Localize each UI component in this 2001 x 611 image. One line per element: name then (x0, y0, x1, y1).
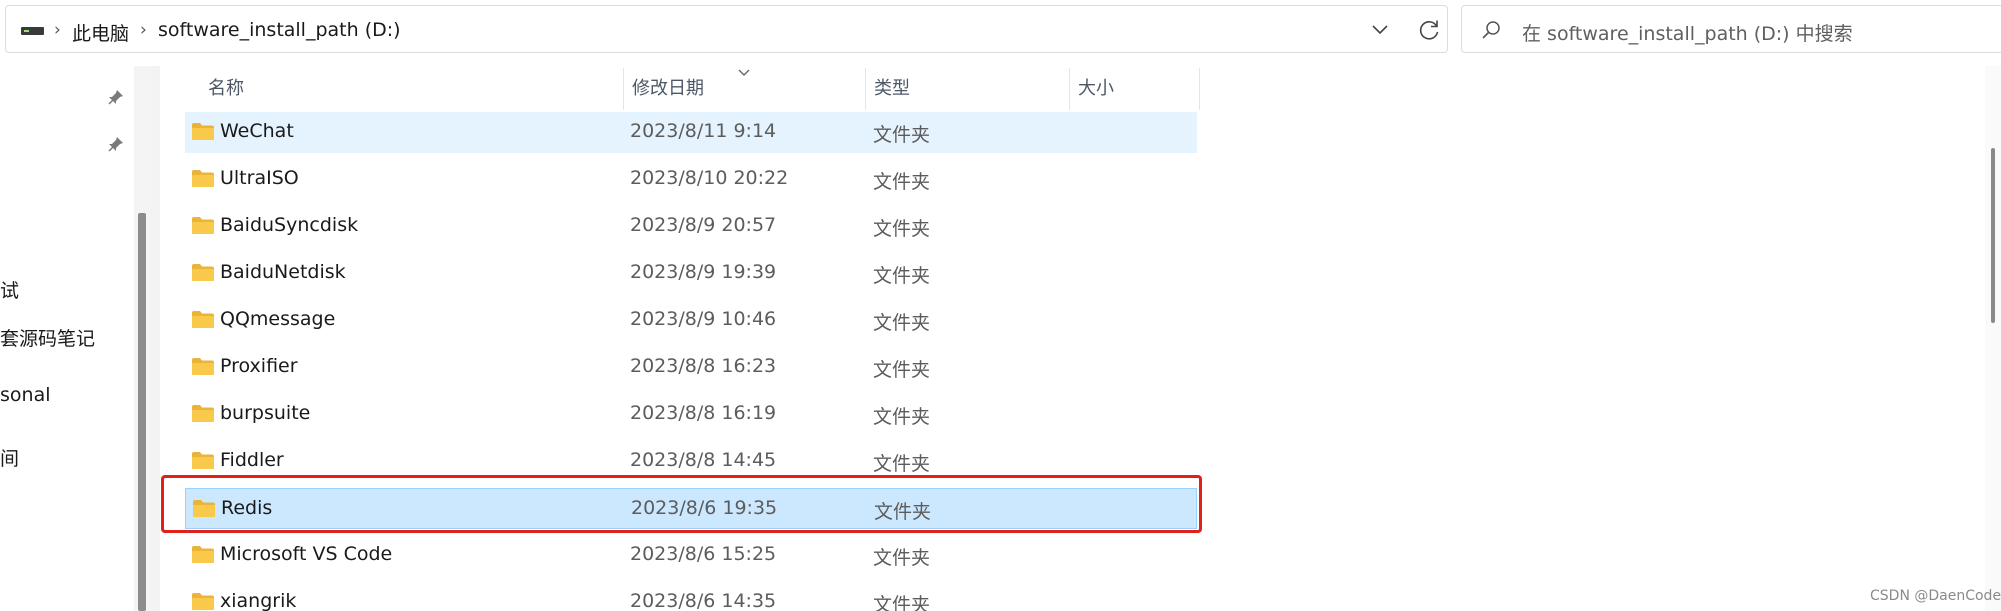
nav-scrollbar-thumb[interactable] (138, 213, 146, 611)
breadcrumb-separator: › (54, 20, 61, 40)
file-row[interactable]: UltraISO 2023/8/10 20:22 文件夹 (185, 159, 1197, 200)
folder-icon (192, 170, 214, 187)
pin-icon[interactable] (107, 135, 125, 153)
address-bar[interactable]: › 此电脑 › software_install_path (D:) (5, 5, 1448, 53)
folder-icon (192, 593, 214, 610)
file-date: 2023/8/11 9:14 (630, 120, 777, 142)
folder-icon (192, 217, 214, 234)
file-type: 文件夹 (873, 218, 931, 240)
file-name: burpsuite (220, 402, 311, 424)
file-name: WeChat (220, 120, 294, 142)
column-header-row: 名称 修改日期 类型 大小 (160, 68, 1200, 110)
file-name: Fiddler (220, 449, 284, 471)
folder-icon (192, 264, 214, 281)
file-date: 2023/8/9 20:57 (630, 214, 777, 236)
file-name: Microsoft VS Code (220, 543, 393, 565)
refresh-icon[interactable] (1416, 17, 1442, 43)
pane-divider[interactable] (150, 66, 160, 611)
nav-item-4[interactable]: 间 (0, 444, 19, 471)
file-row[interactable]: Proxifier 2023/8/8 16:23 文件夹 (185, 347, 1197, 388)
file-row[interactable]: BaiduNetdisk 2023/8/9 19:39 文件夹 (185, 253, 1197, 294)
folder-icon (192, 358, 214, 375)
pin-icon[interactable] (107, 88, 125, 106)
navigation-pane: 试 套源码笔记 sonal 间 (0, 66, 134, 611)
file-type: 文件夹 (873, 453, 931, 475)
folder-icon (192, 452, 214, 469)
file-name: BaiduSyncdisk (220, 214, 359, 236)
column-header-date[interactable]: 修改日期 (623, 68, 865, 110)
file-row[interactable]: BaiduSyncdisk 2023/8/9 20:57 文件夹 (185, 206, 1197, 247)
file-row[interactable]: burpsuite 2023/8/8 16:19 文件夹 (185, 394, 1197, 435)
file-type: 文件夹 (873, 359, 931, 381)
file-row[interactable]: WeChat 2023/8/11 9:14 文件夹 (185, 112, 1197, 153)
file-type: 文件夹 (873, 171, 931, 193)
watermark: CSDN @DaenCode (1870, 588, 2001, 604)
annotation-highlight-box (161, 475, 1202, 533)
column-header-name[interactable]: 名称 (199, 68, 629, 110)
nav-item-2[interactable]: 套源码笔记 (0, 324, 95, 351)
file-date: 2023/8/9 19:39 (630, 261, 777, 283)
file-row[interactable]: Microsoft VS Code 2023/8/6 15:25 文件夹 (185, 535, 1197, 576)
file-date: 2023/8/6 15:25 (630, 543, 777, 565)
file-date: 2023/8/8 16:19 (630, 402, 777, 424)
column-header-size[interactable]: 大小 (1069, 68, 1199, 110)
file-name: xiangrik (220, 590, 297, 611)
file-type: 文件夹 (873, 265, 931, 287)
file-date: 2023/8/10 20:22 (630, 167, 789, 189)
file-type: 文件夹 (873, 594, 931, 611)
nav-item-1[interactable]: 试 (0, 276, 19, 303)
folder-icon (192, 311, 214, 328)
file-row[interactable]: QQmessage 2023/8/9 10:46 文件夹 (185, 300, 1197, 341)
folder-icon (192, 123, 214, 140)
folder-icon (192, 405, 214, 422)
breadcrumb-drive-d[interactable]: software_install_path (D:) (158, 19, 401, 41)
drive-icon (21, 27, 44, 35)
file-row[interactable]: xiangrik 2023/8/6 14:35 文件夹 (185, 582, 1197, 611)
column-header-type[interactable]: 类型 (865, 68, 1069, 110)
file-name: UltraISO (220, 167, 299, 189)
file-type: 文件夹 (873, 312, 931, 334)
search-placeholder: 在 software_install_path (D:) 中搜索 (1522, 23, 1853, 45)
file-date: 2023/8/6 14:35 (630, 590, 777, 611)
search-input[interactable]: 在 software_install_path (D:) 中搜索 (1461, 5, 2001, 53)
file-type: 文件夹 (873, 406, 931, 428)
file-name: BaiduNetdisk (220, 261, 346, 283)
breadcrumb-this-pc[interactable]: 此电脑 (72, 19, 129, 46)
file-date: 2023/8/8 16:23 (630, 355, 777, 377)
nav-item-3[interactable]: sonal (0, 384, 51, 406)
folder-icon (192, 546, 214, 563)
file-name: Proxifier (220, 355, 298, 377)
file-type: 文件夹 (873, 547, 931, 569)
file-date: 2023/8/9 10:46 (630, 308, 777, 330)
chevron-down-icon[interactable] (1368, 18, 1392, 42)
search-icon (1482, 21, 1500, 39)
column-divider[interactable] (1199, 68, 1200, 110)
breadcrumb-separator: › (140, 20, 147, 40)
file-date: 2023/8/8 14:45 (630, 449, 777, 471)
file-type: 文件夹 (873, 124, 931, 146)
file-list-scrollbar-thumb[interactable] (1991, 148, 1995, 323)
file-name: QQmessage (220, 308, 336, 330)
